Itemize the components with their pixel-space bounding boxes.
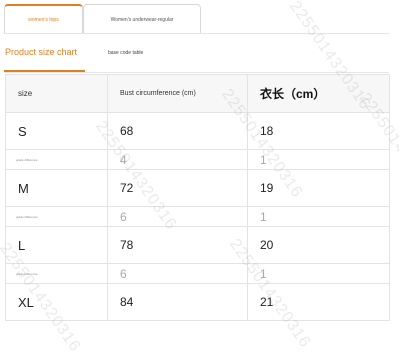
length-cell: 18: [247, 112, 390, 150]
grade-difference-row: grade difference 4 1: [5, 149, 390, 170]
diff-label-cell: grade difference: [5, 149, 108, 170]
tab-womens-tops[interactable]: women's tops: [4, 4, 83, 34]
category-tabs: women's tops Women's underwear-regular: [4, 4, 201, 34]
subtab-divider: [4, 72, 389, 73]
subtab-base-code-table[interactable]: base code table: [108, 50, 143, 56]
length-diff-cell: 1: [247, 263, 390, 284]
size-chart-table: size Bust circumference (cm) 衣长（cm） S 68…: [5, 74, 390, 321]
grade-difference-row: grade difference 6 1: [5, 206, 390, 227]
table-row: XL 84 21: [5, 283, 390, 321]
grade-difference-row: grade difference 6 1: [5, 263, 390, 284]
diff-label-cell: grade difference: [5, 206, 108, 227]
diff-label-cell: grade difference: [5, 263, 108, 284]
size-cell: S: [5, 112, 108, 150]
bust-diff-cell: 6: [107, 206, 248, 227]
table-header-row: size Bust circumference (cm) 衣长（cm）: [5, 74, 390, 113]
size-cell: L: [5, 226, 108, 264]
table-row: L 78 20: [5, 226, 390, 264]
bust-diff-cell: 6: [107, 263, 248, 284]
size-cell: M: [5, 169, 108, 207]
size-cell: XL: [5, 283, 108, 321]
length-diff-cell: 1: [247, 206, 390, 227]
tab-divider: [4, 33, 389, 34]
subtab-product-size-chart[interactable]: Product size chart: [5, 47, 77, 57]
bust-diff-cell: 4: [107, 149, 248, 170]
length-cell: 19: [247, 169, 390, 207]
header-bust: Bust circumference (cm): [107, 74, 248, 113]
table-row: S 68 18: [5, 112, 390, 150]
bust-cell: 84: [107, 283, 248, 321]
length-diff-cell: 1: [247, 149, 390, 170]
bust-cell: 72: [107, 169, 248, 207]
length-cell: 20: [247, 226, 390, 264]
header-size: size: [5, 74, 108, 113]
bust-cell: 78: [107, 226, 248, 264]
length-cell: 21: [247, 283, 390, 321]
tab-womens-underwear[interactable]: Women's underwear-regular: [83, 4, 201, 34]
table-row: M 72 19: [5, 169, 390, 207]
header-length: 衣长（cm）: [247, 74, 390, 113]
bust-cell: 68: [107, 112, 248, 150]
